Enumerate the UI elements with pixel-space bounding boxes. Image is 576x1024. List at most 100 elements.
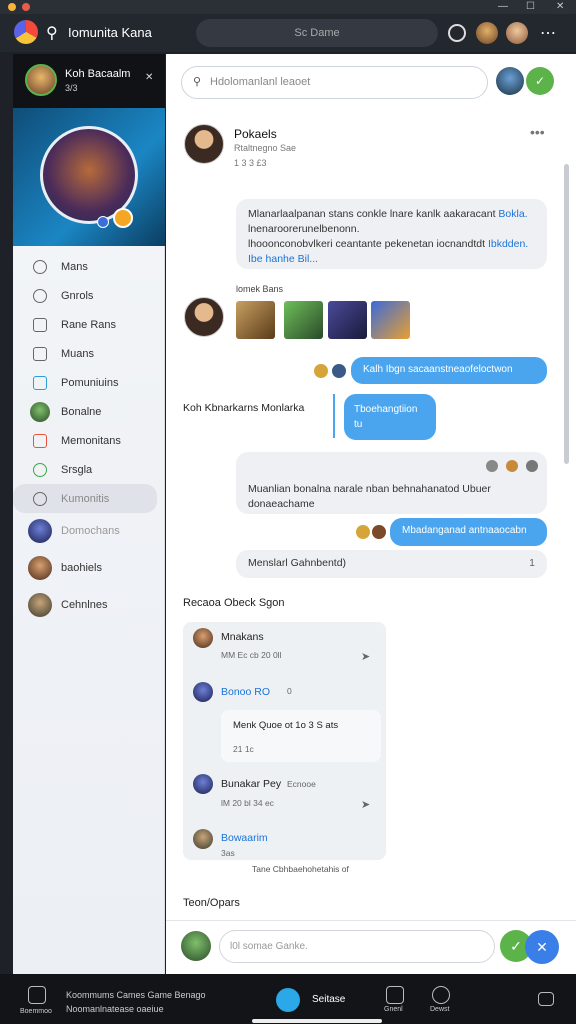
bottom-text: Koommums Cames Game Benago [66,990,206,1000]
avatar[interactable] [496,67,524,95]
gallery-thumb[interactable] [236,301,275,339]
thread-author[interactable]: Bowaarim [221,832,268,844]
sidebar-item-srsgla[interactable]: Srsgla [13,455,165,484]
sidebar-person-label: baohiels [61,562,102,574]
chat-icon[interactable] [386,986,404,1004]
check-icon[interactable]: ✓ [526,67,554,95]
sidebar-item-label: Gnrols [61,289,94,302]
avatar[interactable] [476,22,498,44]
avatar [526,460,538,472]
scrollbar[interactable] [564,164,569,464]
sidebar-item-pomuniuins[interactable]: Pomuniuins [13,368,165,397]
bottom-label: Gnenl [384,1006,403,1013]
message-link[interactable]: Ibkdden. [488,238,528,250]
thread-meta: 0 [287,686,292,696]
message-text: tu [354,419,363,430]
thread-meta: 3as [221,848,235,858]
app-logo-icon[interactable] [14,20,38,44]
avatar [28,556,52,580]
avatar[interactable] [193,829,213,849]
window-icon[interactable] [538,992,554,1006]
status-icon[interactable] [276,988,300,1012]
sidebar-item-label: Rane Rans [61,318,117,331]
avatar[interactable] [25,64,57,96]
send-button[interactable]: ✕ [525,930,559,964]
minimize-icon[interactable]: — [498,0,508,14]
thread-meta: 21 1c [233,744,254,754]
send-icon[interactable]: ➤ [361,650,370,663]
avatar [372,525,386,539]
profile-sub: 3/3 [65,83,78,93]
avatar [30,401,50,422]
avatar[interactable] [193,682,213,702]
thread-panel: Mnakans MM Ec cb 20 0ll ➤ Bonoo RO 0 Men… [183,622,386,860]
gallery-thumb[interactable] [371,301,410,339]
gallery-thumb[interactable] [284,301,323,339]
facebook-icon [97,216,109,228]
close-icon[interactable]: ✕ [556,0,564,14]
more-icon[interactable]: ••• [530,124,545,140]
message-bubble: Menslarl Gahnbentd) 1 [236,550,547,578]
search-icon: ⚲ [193,76,202,88]
sidebar-item-bonalne[interactable]: Bonalne [13,397,165,426]
profile-icon[interactable] [432,986,450,1004]
bottom-label: Dewst [430,1006,450,1013]
maximize-icon[interactable]: ☐ [526,0,535,14]
sidebar-item-gnrols[interactable]: Gnrols [13,281,165,310]
message-bubble-outgoing: Tboehangtiion tu [344,394,436,440]
message-link[interactable]: Bokla. [498,208,527,220]
avatar[interactable] [193,774,213,794]
reply-count[interactable]: 1 [529,556,535,571]
thread-author[interactable]: Mnakans [221,631,264,643]
sidebar-person[interactable]: Cehnlnes [13,587,165,624]
window-dot-icon [22,3,30,11]
edit-icon [33,491,47,506]
search-icon[interactable]: ⚲ [46,23,58,43]
avatar[interactable] [193,628,213,648]
thread-author[interactable]: Bunakar Pey [221,778,281,790]
sidebar-person[interactable]: Domochans [13,513,165,550]
chevron-down-icon[interactable]: ✕ [145,72,153,83]
post-author[interactable]: Pokaels [234,127,277,141]
sidebar-item-label: Muans [61,347,95,360]
feed-search-input[interactable]: ⚲ Hdolomanlanl leaoet [181,66,488,99]
sidebar-person[interactable]: baohiels [13,550,165,587]
avatar[interactable] [506,22,528,44]
gallery-label: lomek Bans [236,284,284,294]
search-placeholder: Hdolomanlanl leaoet [210,76,311,88]
home-icon[interactable] [28,986,46,1004]
section-title: Recaoa Obeck Sgon [183,597,285,609]
bottom-center-label[interactable]: Seitase [312,994,345,1005]
sidebar-item-label: Srsgla [61,463,93,476]
post-subtitle: Rtaltnegno Sae [234,143,297,153]
profile-header[interactable]: Koh Bacaalm 3/3 ✕ [13,54,165,108]
comment-input[interactable]: l0l somae Ganke. [219,930,495,963]
sidebar: Koh Bacaalm 3/3 ✕ Mans Gnrols Rane Rans … [13,54,165,974]
sidebar-item-label: Mans [61,260,88,273]
more-icon[interactable]: ⋯ [540,23,556,43]
sidebar-item-rane-rans[interactable]: Rane Rans [13,310,165,339]
avatar[interactable] [184,124,224,164]
message-text: Tboehangtiion [354,404,418,415]
thread-meta: MM Ec cb 20 0ll [221,650,282,660]
gallery-thumb[interactable] [328,301,367,339]
sidebar-item-muans[interactable]: Muans [13,339,165,368]
top-search-input[interactable]: Sc Dame [196,19,438,47]
send-icon[interactable]: ➤ [361,798,370,811]
avatar [314,364,328,378]
bottom-text: Noomanlnatease oaeiue [66,1004,164,1014]
message-bubble-outgoing: Kalh Ibgn sacaanstneaofeloctwon [351,357,547,384]
post-meta: 1 3 3 £3 [234,158,267,168]
message-link[interactable]: Ibe hanhe Bil... [248,252,535,267]
thread-author[interactable]: Bonoo RO [221,686,270,698]
settings-icon[interactable] [448,24,466,42]
sidebar-item-label: Bonalne [61,405,102,418]
sidebar-item-mans[interactable]: Mans [13,252,165,281]
message-text: Menslarl Gahnbentd) [248,557,347,569]
bottom-label: Boemmoo [20,1008,52,1015]
sidebar-item-memonitans[interactable]: Memonitans [13,426,165,455]
phone-icon [33,462,47,477]
avatar[interactable] [184,297,224,337]
sidebar-item-label: Memonitans [61,434,121,447]
sidebar-item-kumonitis[interactable]: Kumonitis [13,484,157,513]
